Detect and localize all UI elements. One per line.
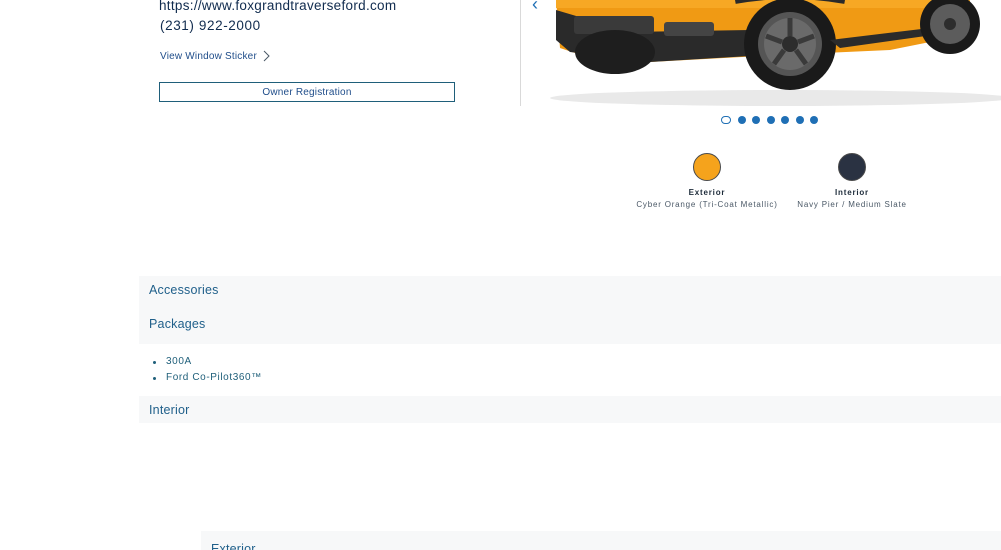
carousel-dot-3[interactable] bbox=[752, 116, 760, 124]
divider bbox=[520, 0, 521, 106]
interior-heading[interactable]: Interior bbox=[149, 403, 190, 417]
carousel-dot-6[interactable] bbox=[795, 116, 804, 124]
carousel-dot-2[interactable] bbox=[737, 116, 746, 124]
dealer-phone[interactable]: (231) 922-2000 bbox=[160, 18, 261, 33]
exterior-section[interactable]: Exterior bbox=[201, 531, 1001, 550]
vehicle-image bbox=[530, 0, 1001, 108]
interior-section[interactable]: Interior bbox=[139, 396, 1001, 423]
interior-color-swatch bbox=[838, 153, 866, 181]
accessories-section[interactable]: Accessories bbox=[139, 276, 1001, 304]
accessories-heading[interactable]: Accessories bbox=[149, 283, 219, 297]
exterior-color-name: Cyber Orange (Tri-Coat Metallic) bbox=[636, 200, 778, 209]
carousel-dot-5[interactable] bbox=[781, 116, 789, 124]
dealer-website-link[interactable]: https://www.foxgrandtraverseford.com bbox=[159, 0, 396, 13]
packages-section[interactable]: Packages bbox=[139, 304, 1001, 344]
carousel-dots bbox=[721, 116, 818, 124]
window-sticker-label: View Window Sticker bbox=[160, 50, 257, 62]
chevron-left-icon[interactable]: ‹ bbox=[532, 0, 538, 15]
interior-color: Interior Navy Pier / Medium Slate bbox=[772, 153, 932, 209]
package-list: 300A Ford Co-Pilot360™ bbox=[153, 354, 262, 386]
interior-color-name: Navy Pier / Medium Slate bbox=[797, 200, 907, 209]
package-item-label: Ford Co-Pilot360™ bbox=[166, 372, 262, 383]
bullet-icon bbox=[153, 376, 156, 380]
carousel-dot-1[interactable] bbox=[721, 116, 731, 124]
list-item: 300A bbox=[153, 354, 262, 370]
carousel-dot-7[interactable] bbox=[810, 116, 818, 124]
owner-registration-button[interactable]: Owner Registration bbox=[159, 82, 455, 102]
interior-color-label: Interior bbox=[835, 188, 869, 197]
carousel-dot-4[interactable] bbox=[766, 116, 775, 124]
bullet-icon bbox=[153, 360, 156, 364]
exterior-color-swatch bbox=[693, 153, 721, 181]
exterior-color-label: Exterior bbox=[688, 188, 726, 197]
exterior-color: Exterior Cyber Orange (Tri-Coat Metallic… bbox=[627, 153, 787, 209]
list-item: Ford Co-Pilot360™ bbox=[153, 370, 262, 386]
package-item-label: 300A bbox=[166, 356, 192, 367]
packages-heading[interactable]: Packages bbox=[149, 317, 206, 331]
exterior-heading[interactable]: Exterior bbox=[211, 542, 256, 550]
chevron-right-icon bbox=[263, 50, 270, 62]
view-window-sticker-link[interactable]: View Window Sticker bbox=[160, 50, 271, 62]
